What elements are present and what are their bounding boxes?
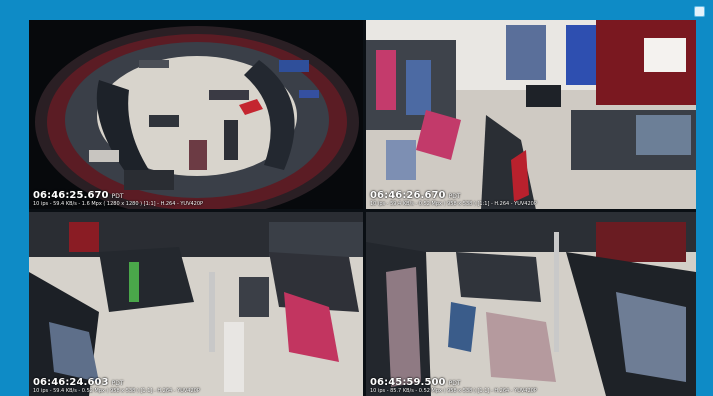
timestamp: 06:46:25.670 [33, 189, 109, 201]
stream-info: 10 ips - 59.4 KB/s - 0.52 Mpx ( 958 x 53… [33, 387, 200, 394]
timezone: PDT [448, 379, 461, 387]
store-aisle-video-frame [366, 212, 696, 396]
timezone: PDT [111, 379, 124, 387]
tile-info-overlay: 06:46:24.603 PDT 10 ips - 59.4 KB/s - 0.5… [33, 372, 200, 394]
tile-info-overlay: 06:45:59.500 PDT 10 ips - 85.7 KB/s - 0.5… [370, 372, 537, 394]
camera-tile-store-overview[interactable]: 06:46:26.670 PDT 10 ips - 59.4 KB/s - 0.5… [366, 20, 696, 209]
stream-info: 10 ips - 59.4 KB/s - 0.52 Mpx ( 958 x 53… [370, 200, 537, 207]
tile-info-overlay: 06:46:25.670 PDT 10 ips - 59.4 KB/s - 1.6… [33, 185, 203, 207]
timezone: PDT [448, 192, 461, 200]
timestamp: 06:46:26.670 [370, 189, 446, 201]
stream-info: 10 ips - 85.7 KB/s - 0.52 Mpx ( 958 x 53… [370, 387, 537, 394]
fisheye-video-frame [29, 20, 363, 209]
timestamp: 06:46:24.603 [33, 376, 109, 388]
tile-info-overlay: 06:46:26.670 PDT 10 ips - 59.4 KB/s - 0.5… [370, 185, 537, 207]
camera-tile-clothing-racks[interactable]: 06:46:24.603 PDT 10 ips - 59.4 KB/s - 0.5… [29, 212, 363, 396]
store-overview-video-frame [366, 20, 696, 209]
stream-info: 10 ips - 59.4 KB/s - 1.6 Mpx ( 1280 x 12… [33, 200, 204, 207]
clothing-racks-video-frame [29, 212, 363, 396]
timestamp: 06:45:59.500 [370, 376, 446, 388]
camera-grid: 06:46:25.670 PDT 10 ips - 59.4 KB/s - 1.6… [29, 20, 696, 396]
timezone: PDT [111, 192, 124, 200]
camera-tile-fisheye[interactable]: 06:46:25.670 PDT 10 ips - 59.4 KB/s - 1.6… [29, 20, 363, 209]
corner-window-button[interactable] [694, 6, 705, 17]
camera-tile-store-aisle[interactable]: 06:45:59.500 PDT 10 ips - 85.7 KB/s - 0.5… [366, 212, 696, 396]
